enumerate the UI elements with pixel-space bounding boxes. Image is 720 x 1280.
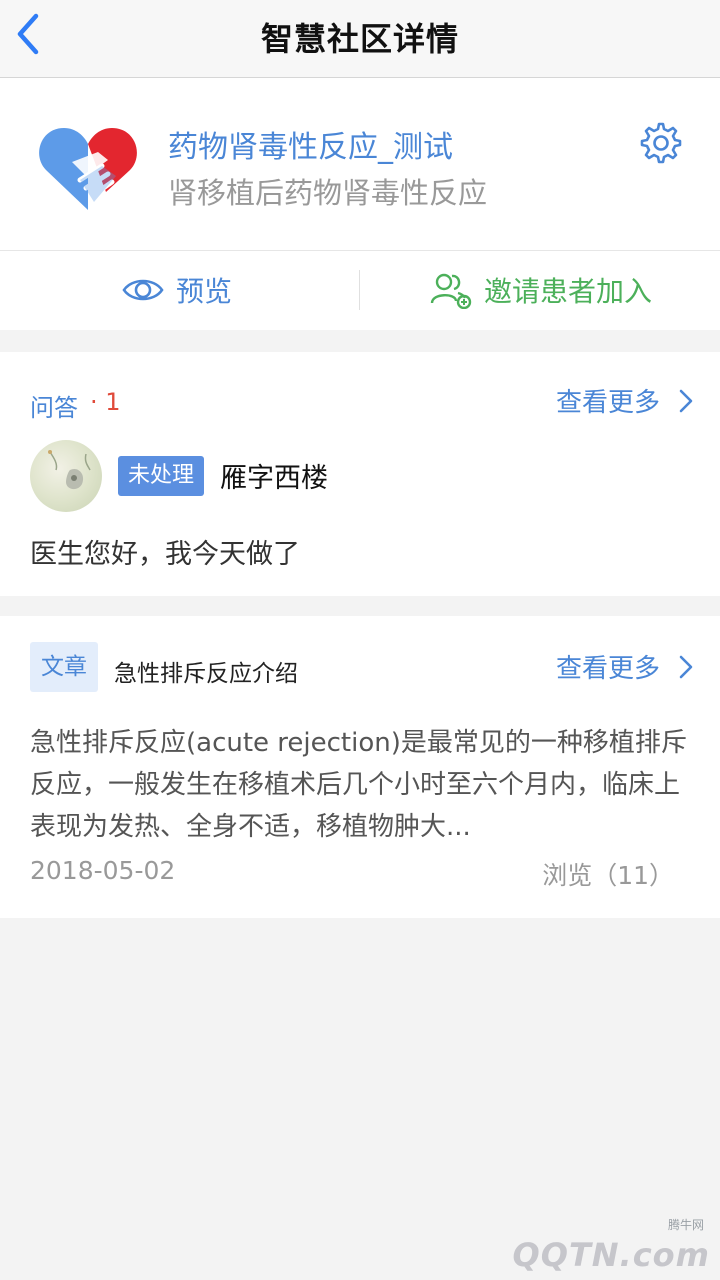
article-title[interactable]: 急性排斥反应介绍: [114, 654, 298, 688]
chevron-right-icon: [679, 389, 693, 412]
preview-button[interactable]: 预览: [122, 268, 232, 312]
asker-name: 雁字西楼: [220, 463, 328, 494]
invite-patient-button[interactable]: 邀请患者加入: [430, 268, 652, 312]
invite-users-icon: [430, 273, 472, 309]
community-card: 药物肾毒性反应_测试 肾移植后药物肾毒性反应 预览 邀请患者加入: [0, 78, 720, 330]
settings-gear-icon[interactable]: [640, 122, 682, 164]
article-view-more-button[interactable]: 查看更多: [556, 648, 694, 685]
eye-icon: [122, 279, 164, 301]
article-section: 文章 急性排斥反应介绍 查看更多 急性排斥反应(acute rejection)…: [0, 616, 720, 918]
qa-count: · 1: [90, 388, 121, 416]
avatar[interactable]: [30, 440, 102, 512]
page-title: 智慧社区详情: [260, 20, 459, 58]
article-excerpt[interactable]: 急性排斥反应(acute rejection)是最常见的一种移植排斥反应，一般发…: [30, 722, 690, 848]
chevron-right-icon: [679, 655, 693, 678]
watermark: 腾牛网 QQTN.com: [512, 1212, 714, 1276]
watermark-logo-text: QQTN.com: [512, 1236, 710, 1274]
community-name: 药物肾毒性反应_测试: [168, 130, 453, 165]
view-more-label: 查看更多: [555, 388, 660, 418]
action-separator: [359, 270, 360, 310]
question-text[interactable]: 医生您好，我今天做了: [30, 532, 300, 571]
nav-bar: 智慧社区详情: [0, 0, 720, 78]
handshake-heart-logo-icon: [36, 122, 140, 214]
preview-label: 预览: [176, 275, 233, 308]
status-badge: 未处理: [118, 456, 205, 496]
view-more-label: 查看更多: [555, 654, 660, 684]
article-tag: 文章: [30, 642, 98, 692]
qa-section: 问答 · 1 查看更多 未处理 雁字西楼 医生您好，我今天做了: [0, 352, 720, 596]
community-description: 肾移植后药物肾毒性反应: [168, 176, 488, 210]
qa-title: 问答: [30, 394, 78, 422]
article-views: 浏览（11）: [542, 861, 674, 890]
article-date: 2018-05-02: [30, 856, 176, 885]
watermark-small-text: 腾牛网: [667, 1218, 704, 1232]
divider: [0, 250, 720, 251]
qa-view-more-button[interactable]: 查看更多: [556, 382, 694, 419]
invite-label: 邀请患者加入: [484, 275, 653, 308]
